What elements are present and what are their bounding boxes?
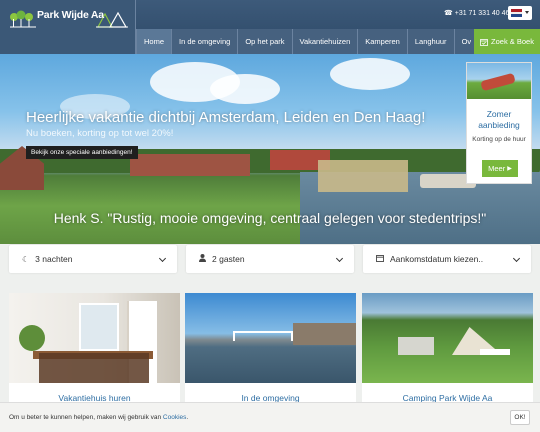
- cookie-ok-button[interactable]: OK!: [510, 410, 530, 425]
- calendar-check-icon: [480, 38, 488, 46]
- promo-title: Zomer aanbieding: [478, 109, 520, 130]
- hero-banner: Heerlijke vakantie dichtbij Amsterdam, L…: [0, 54, 540, 244]
- chevron-down-icon: [158, 254, 167, 263]
- logo-text: Park Wijde Aa: [37, 9, 104, 21]
- table: [480, 349, 510, 355]
- card-omgeving[interactable]: In de omgeving: [185, 293, 356, 408]
- cookie-link[interactable]: Cookies: [163, 414, 186, 421]
- promo-image: [467, 63, 531, 99]
- arrival-date-placeholder: Aankomstdatum kiezen..: [390, 254, 484, 264]
- cookie-bar: Om u beter te kunnen helpen, maken wij g…: [0, 402, 540, 432]
- guests-value: 2 gasten: [212, 254, 245, 264]
- nav-item-kamperen[interactable]: Kamperen: [357, 29, 407, 54]
- chevron-down-icon: [512, 254, 521, 263]
- card-image-interior: [9, 293, 180, 383]
- zoek-boek-label: Zoek & Boek: [491, 37, 534, 46]
- guests-select[interactable]: 2 gasten: [186, 245, 354, 273]
- moon-icon: ☾: [22, 254, 30, 264]
- window: [79, 303, 119, 351]
- phone-number[interactable]: ☎ +31 71 331 40 46: [444, 9, 509, 17]
- arrival-date-select[interactable]: Aankomstdatum kiezen..: [363, 245, 531, 273]
- nav-item-op-het-park[interactable]: Op het park: [237, 29, 292, 54]
- hero-title: Heerlijke vakantie dichtbij Amsterdam, L…: [26, 109, 426, 126]
- promo-more-label: Meer: [488, 164, 506, 173]
- phone-icon: ☎: [444, 10, 453, 17]
- houses: [130, 154, 250, 176]
- promo-text: Korting op de huur: [472, 136, 526, 143]
- promo-card[interactable]: Zomer aanbieding Korting op de huur Meer…: [466, 62, 532, 184]
- caret-right-icon: ▶: [507, 166, 512, 172]
- user-icon: [199, 254, 206, 264]
- promo-figure: [480, 72, 516, 92]
- zoek-boek-button[interactable]: Zoek & Boek: [474, 29, 540, 54]
- caret-down-icon: [525, 11, 529, 14]
- chairs: [39, 353, 149, 383]
- calendar-icon: [376, 254, 384, 264]
- dutch-flag-icon: [511, 9, 522, 17]
- hero-subtitle: Nu boeken, korting op tot wel 20%!: [26, 128, 174, 139]
- card-camping[interactable]: Camping Park Wijde Aa: [362, 293, 533, 408]
- logo-area[interactable]: Park Wijde Aa: [0, 0, 136, 54]
- nav-item-langhuur[interactable]: Langhuur: [406, 29, 454, 54]
- plant: [19, 325, 45, 351]
- canal-houses: [293, 323, 356, 345]
- nights-select[interactable]: ☾ 3 nachten: [9, 245, 177, 273]
- cookie-period: .: [186, 414, 189, 421]
- site-header: Park Wijde Aa ☎ +31 71 331 40 46 Home In …: [0, 0, 540, 54]
- language-selector[interactable]: [508, 6, 532, 20]
- nav-item-home[interactable]: Home: [136, 29, 172, 54]
- cookie-message: Om u beter te kunnen helpen, maken wij g…: [9, 414, 163, 421]
- card-image-camping: [362, 293, 533, 383]
- card-image-amsterdam: [185, 293, 356, 383]
- reeds: [318, 160, 408, 192]
- promo-more-button[interactable]: Meer ▶: [482, 160, 518, 177]
- testimonial-quote: Henk S. "Rustig, mooie omgeving, centraa…: [53, 210, 487, 226]
- nights-value: 3 nachten: [35, 254, 73, 264]
- chevron-down-icon: [335, 254, 344, 263]
- cloud: [330, 58, 410, 90]
- offer-badge[interactable]: Bekijk onze speciale aanbiedingen!: [26, 146, 138, 159]
- cookie-text: Om u beter te kunnen helpen, maken wij g…: [9, 414, 188, 421]
- nav-item-omgeving[interactable]: In de omgeving: [171, 29, 238, 54]
- cloud: [210, 74, 280, 104]
- tent: [398, 337, 434, 355]
- main-nav: Home In de omgeving Op het park Vakantie…: [136, 29, 479, 54]
- bridge: [233, 331, 293, 341]
- phone-text: +31 71 331 40 46: [454, 10, 510, 17]
- card-vakantiehuis[interactable]: Vakantiehuis huren: [9, 293, 180, 408]
- nav-item-vakantiehuizen[interactable]: Vakantiehuizen: [291, 29, 358, 54]
